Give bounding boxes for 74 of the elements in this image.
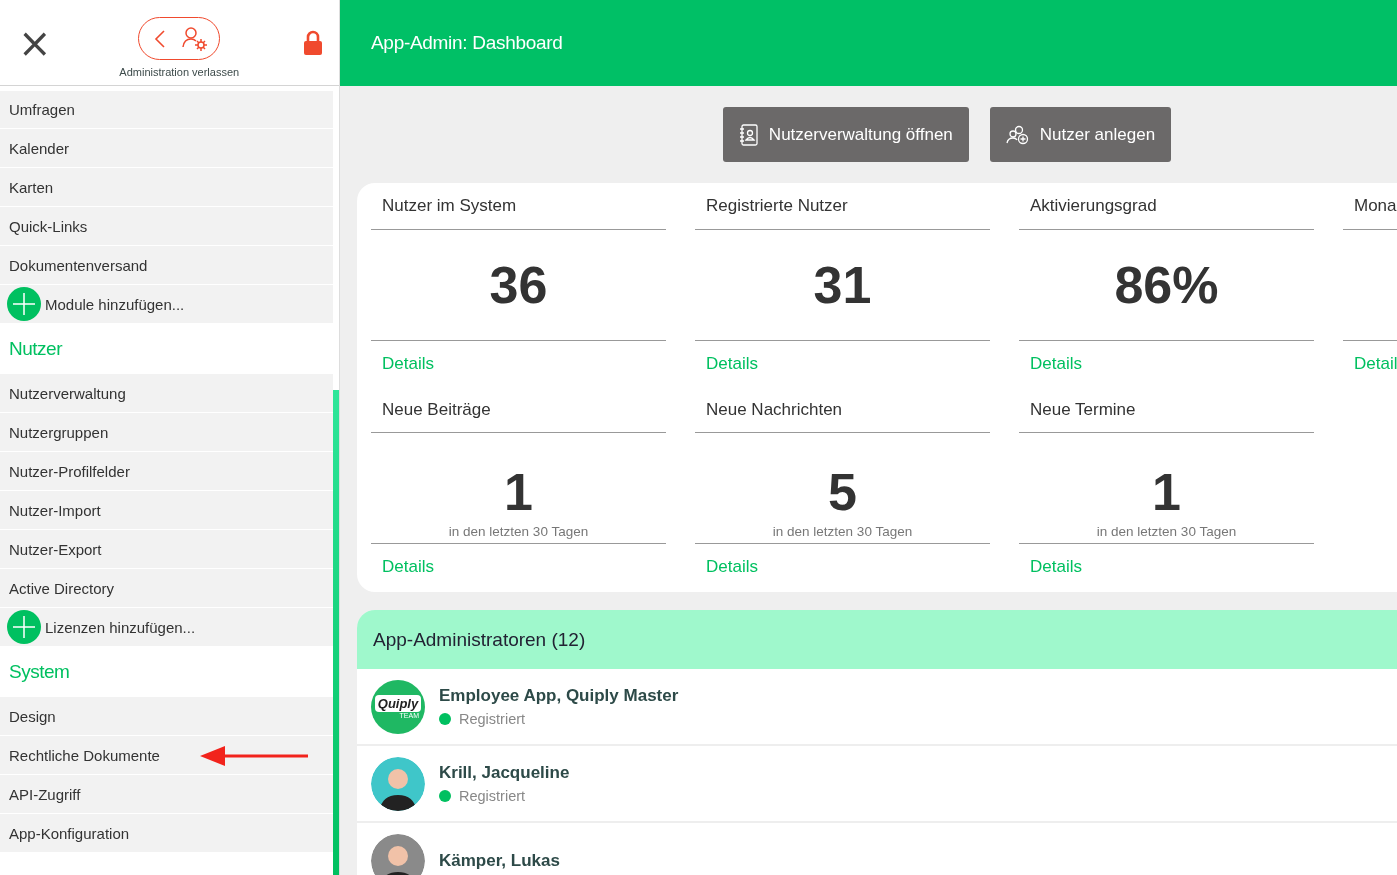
sidebar-item[interactable]: Nutzergruppen	[0, 413, 333, 452]
sidebar-item[interactable]: Nutzer-Export	[0, 530, 333, 569]
sidebar-item[interactable]: Rechtliche Dokumente	[0, 736, 333, 775]
scrollbar[interactable]	[333, 390, 339, 875]
stat-value: 5	[828, 462, 857, 522]
admin-name: Kämper, Lukas	[439, 850, 560, 871]
status-label: Registriert	[459, 788, 526, 804]
item-label: Active Directory	[9, 579, 115, 597]
item-label: Nutzergruppen	[9, 423, 109, 441]
stat-label: Neue Nachrichten	[695, 387, 990, 433]
stat-label: Aktivierungsgrad	[1019, 183, 1314, 230]
stat-label: Neue Beiträge	[371, 387, 666, 433]
sidebar-item[interactable]: API-Zugriff	[0, 775, 333, 814]
action-button[interactable]: Nutzer anlegen	[989, 107, 1172, 162]
sidebar-item[interactable]: Module hinzufügen...	[0, 285, 333, 324]
status-label: Registriert	[459, 711, 526, 727]
item-label: API-Zugriff	[9, 785, 81, 803]
close-button[interactable]: ×	[14, 22, 56, 63]
page-title: App-Admin: Dashboard	[371, 32, 563, 54]
item-label: App-Konfiguration	[9, 824, 130, 842]
stat-label: Neue Termine	[1019, 387, 1314, 433]
stat-value: 1	[504, 462, 533, 522]
item-label: Quick-Links	[9, 217, 88, 235]
stat-label: Nutzer im System	[371, 183, 666, 230]
stat-caption: in den letzten 30 Tagen	[448, 524, 589, 539]
sidebar-item[interactable]: Umfragen	[0, 90, 333, 129]
item-label: Design	[9, 707, 56, 725]
item-label: Rechtliche Dokumente	[9, 746, 160, 764]
sidebar-item[interactable]: Quick-Links	[0, 207, 333, 246]
exit-admin-button[interactable]	[138, 17, 221, 60]
add-users-icon	[1005, 124, 1030, 145]
sidebar-item[interactable]: Nutzer-Profilfelder	[0, 452, 333, 491]
admin-name: Krill, Jacqueline	[439, 763, 570, 783]
section-heading: Nutzer	[8, 337, 64, 361]
sidebar-item[interactable]: Dokumentenversand	[0, 246, 333, 285]
admin-row[interactable]: Kämper, Lukas	[357, 823, 1397, 875]
item-label: Dokumentenversand	[9, 256, 148, 274]
sidebar-item[interactable]: Lizenzen hinzufügen...	[0, 608, 333, 647]
action-button[interactable]: Nutzerverwaltung öffnen	[722, 107, 969, 162]
exit-admin-caption: Administration verlassen	[119, 66, 240, 78]
stat-value: 86%	[1114, 255, 1219, 315]
section-heading: System	[8, 660, 71, 684]
item-label: Karten	[9, 178, 54, 196]
stat-value: 36	[489, 255, 548, 315]
item-label: Nutzer-Profilfelder	[9, 462, 130, 480]
stat-caption: in den letzten 30 Tagen	[772, 524, 913, 539]
item-label: Nutzer-Export	[9, 540, 102, 558]
user-gear-icon	[180, 25, 209, 52]
item-label: Umfragen	[9, 101, 75, 118]
item-label: Nutzer-Import	[9, 501, 101, 519]
admin-row[interactable]: Krill, Jacqueline Registriert	[357, 746, 1397, 823]
sidebar-item[interactable]: Kalender	[0, 129, 333, 168]
sidebar-item[interactable]: Design	[0, 697, 333, 736]
avatar-icon	[371, 756, 425, 811]
item-label: Lizenzen hinzufügen...	[45, 618, 196, 636]
sidebar-item[interactable]: App-Konfiguration	[0, 814, 333, 853]
add-icon	[7, 610, 41, 644]
stat-label: Registrierte Nutzer	[695, 183, 990, 230]
item-label: Nutzerverwaltung	[9, 384, 126, 402]
sidebar-item[interactable]: Active Directory	[0, 569, 333, 608]
item-label: Module hinzufügen...	[45, 295, 185, 313]
admin-name: Employee App, Quiply Master	[439, 686, 679, 706]
sidebar-item[interactable]: Nutzerverwaltung	[0, 374, 333, 413]
stat-label: Mona	[1343, 183, 1397, 230]
avatar-icon	[371, 833, 425, 875]
sidebar-item[interactable]: Nutzer-Import	[0, 491, 333, 530]
stat-value: 1	[1152, 462, 1181, 522]
stat-caption: in den letzten 30 Tagen	[1096, 524, 1237, 539]
add-icon	[7, 287, 41, 321]
address-book-icon	[738, 123, 759, 146]
sidebar-item[interactable]: Karten	[0, 168, 333, 207]
item-label: Kalender	[9, 139, 70, 157]
panel-title: App-Administratoren (12)	[373, 628, 586, 651]
stat-value: 31	[813, 255, 872, 315]
